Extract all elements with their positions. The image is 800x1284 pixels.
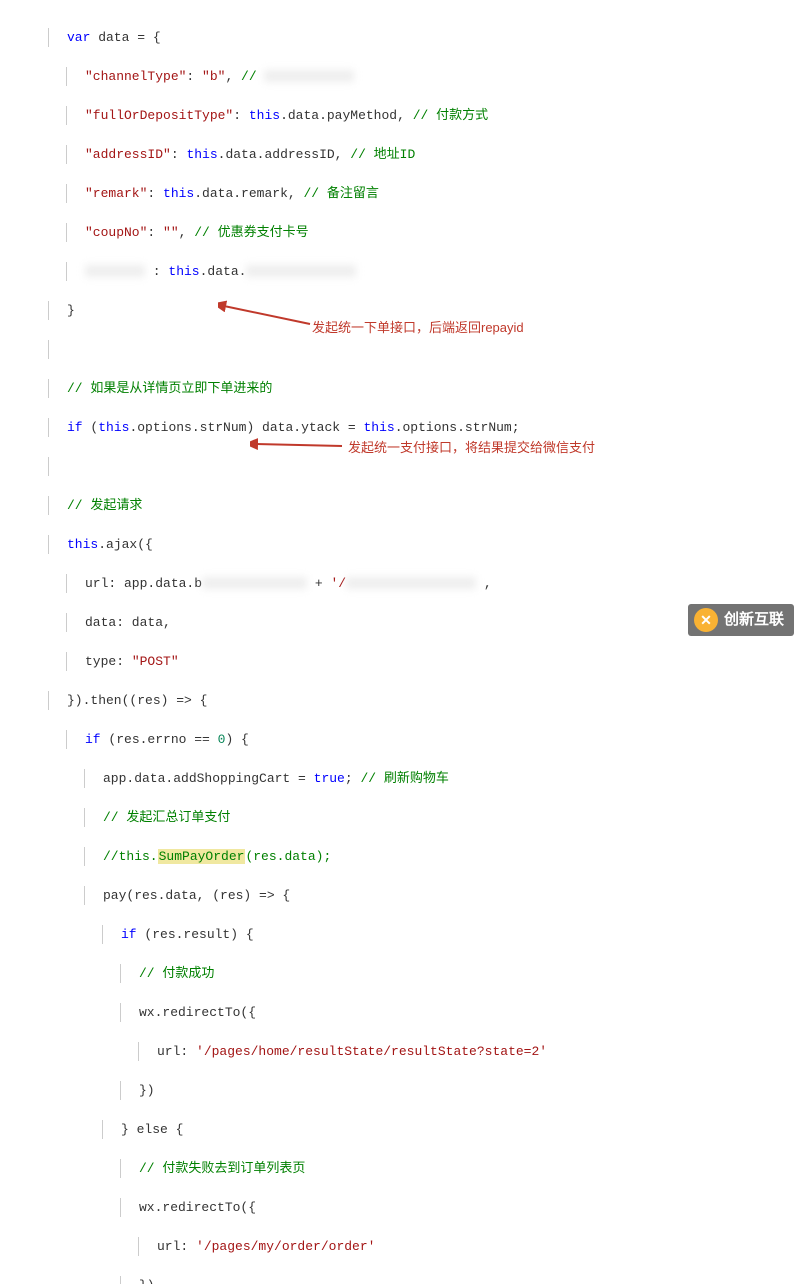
code-line: "remark": this.data.remark, // 备注留言 — [66, 184, 800, 204]
code-line: // 付款失败去到订单列表页 — [120, 1159, 800, 1179]
code-line: wx.redirectTo({ — [120, 1003, 800, 1023]
code-line: "coupNo": "", // 优惠券支付卡号 — [66, 223, 800, 243]
code-line: this.ajax({ — [48, 535, 800, 555]
code-line: // 发起请求 — [48, 496, 800, 516]
code-line: "addressID": this.data.addressID, // 地址I… — [66, 145, 800, 165]
code-line: }).then((res) => { — [48, 691, 800, 711]
code-line: wx.redirectTo({ — [120, 1198, 800, 1218]
code-line: if (res.errno == 0) { — [66, 730, 800, 750]
code-line: // 发起汇总订单支付 — [84, 808, 800, 828]
watermark-logo: ✕ 创新互联 — [688, 604, 794, 636]
code-line — [48, 457, 800, 477]
code-line: // 如果是从详情页立即下单进来的 — [48, 379, 800, 399]
code-line — [48, 340, 800, 360]
code-line: var data = { — [48, 28, 800, 48]
code-line: app.data.addShoppingCart = true; // 刷新购物… — [84, 769, 800, 789]
code-line: if (this.options.strNum) data.ytack = th… — [48, 418, 800, 438]
code-line: } else { — [102, 1120, 800, 1140]
logo-icon: ✕ — [694, 608, 718, 632]
code-line: // 付款成功 — [120, 964, 800, 984]
annotation-text: 发起统一支付接口，将结果提交给微信支付 — [348, 438, 595, 458]
code-line: if (res.result) { — [102, 925, 800, 945]
code-line: }) — [120, 1081, 800, 1101]
code-line: }) — [120, 1276, 800, 1284]
code-line: url: '/pages/home/resultState/resultStat… — [138, 1042, 800, 1062]
annotation-text: 发起统一下单接口，后端返回repayid — [312, 318, 524, 338]
logo-text: 创新互联 — [724, 609, 784, 632]
code-line: pay(res.data, (res) => { — [84, 886, 800, 906]
code-line: : this.data. — [66, 262, 800, 282]
code-line: url: app.data.b + '/ , — [66, 574, 800, 594]
code-line: url: '/pages/my/order/order' — [138, 1237, 800, 1257]
code-block: var data = { "channelType": "b", // "ful… — [0, 0, 800, 1284]
code-line: //this.SumPayOrder(res.data); — [84, 847, 800, 867]
code-line: "channelType": "b", // — [66, 67, 800, 87]
code-line: type: "POST" — [66, 652, 800, 672]
code-line: "fullOrDepositType": this.data.payMethod… — [66, 106, 800, 126]
